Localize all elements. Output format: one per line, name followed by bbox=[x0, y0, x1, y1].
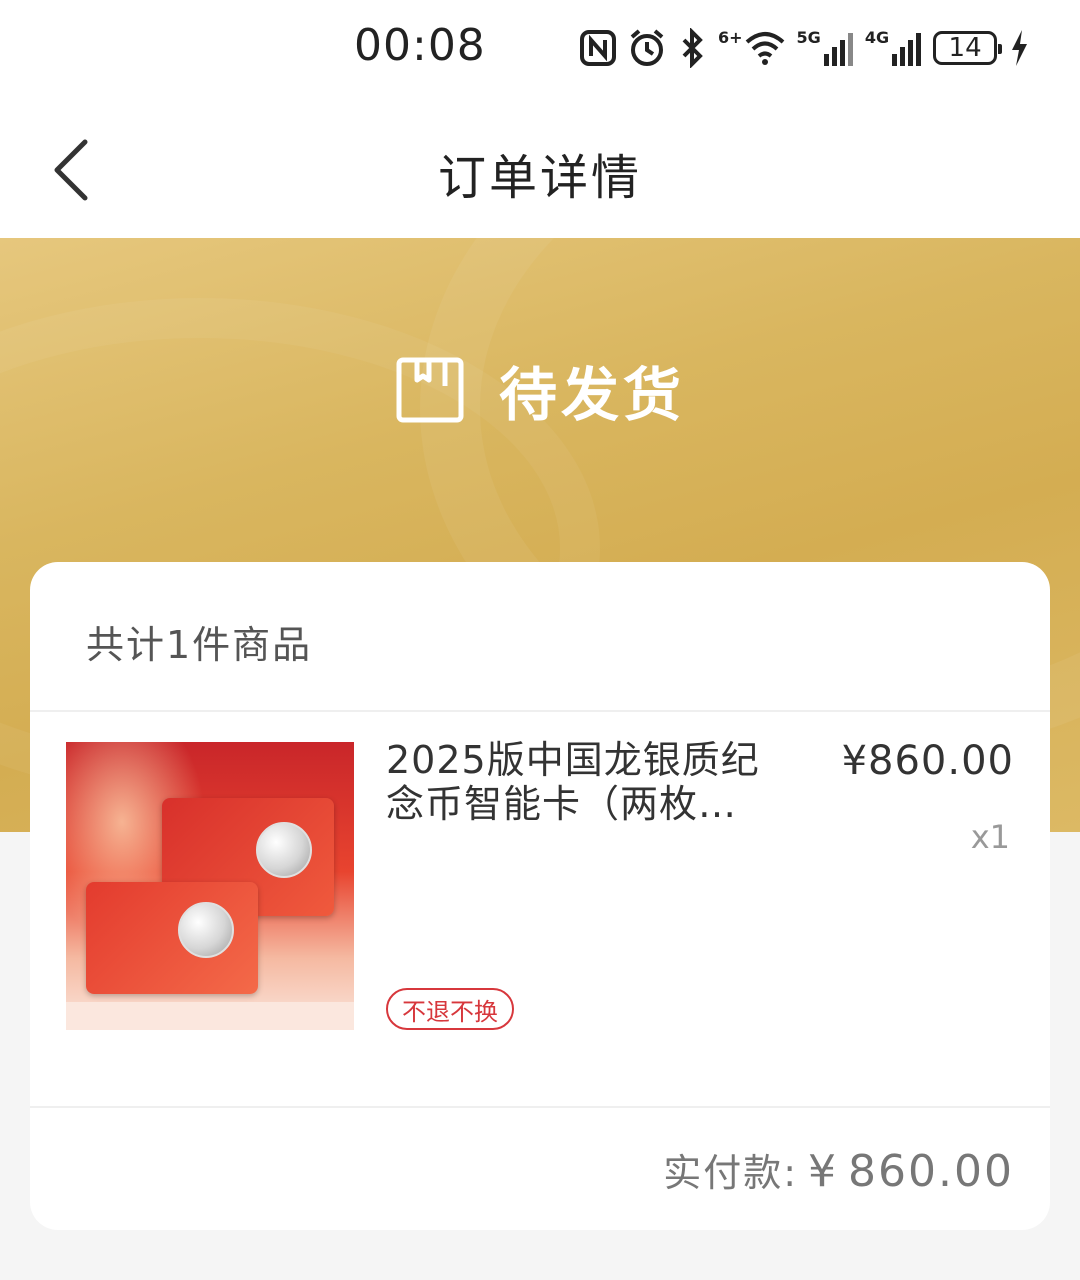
order-status-row: 待发货 bbox=[0, 348, 1080, 432]
nav-bar: 订单详情 bbox=[0, 100, 1080, 238]
charging-icon bbox=[1009, 26, 1029, 70]
product-price: ¥860.00 bbox=[841, 738, 1014, 784]
product-item[interactable]: 2025版中国龙银质纪念币智能卡（两枚… ¥860.00 x1 不退不换 bbox=[30, 712, 1050, 1106]
status-icons: 6+ 5G 4G 14 bbox=[580, 24, 1029, 72]
payment-amount: 860.00 bbox=[848, 1146, 1014, 1197]
signal-icon-1: 5G bbox=[797, 26, 853, 70]
network-tag-1: 5G bbox=[796, 28, 821, 47]
product-image[interactable] bbox=[66, 742, 354, 1030]
network-tag-2: 4G bbox=[864, 28, 890, 47]
order-card: 共计1件商品 2025版中国龙银质纪念币智能卡（两枚… ¥860.00 x1 不… bbox=[30, 562, 1050, 1230]
payment-line: 实付款: ¥ 860.00 bbox=[663, 1142, 1014, 1197]
package-box-icon bbox=[396, 357, 464, 423]
payment-label: 实付款: bbox=[663, 1151, 799, 1195]
page-title: 订单详情 bbox=[437, 150, 642, 206]
wifi-icon: 6+ bbox=[718, 26, 785, 70]
order-status-label: 待发货 bbox=[498, 361, 685, 429]
signal-icon-2: 4G bbox=[864, 26, 922, 70]
nfc-icon bbox=[580, 26, 616, 70]
battery-indicator: 14 bbox=[933, 31, 1003, 65]
payment-currency: ¥ bbox=[808, 1146, 839, 1197]
alarm-icon bbox=[628, 26, 666, 70]
bluetooth-icon bbox=[678, 26, 706, 70]
product-quantity: x1 bbox=[970, 818, 1010, 856]
status-bar: 00:08 6+ 5G 4G 14 bbox=[0, 0, 1080, 100]
wifi-tag: 6+ bbox=[718, 28, 743, 47]
order-detail-page: 00:08 6+ 5G 4G 14 订单详情 待发货 共计1件商品 2025版中… bbox=[0, 0, 1080, 1280]
item-count-row: 共计1件商品 bbox=[30, 562, 1050, 712]
payment-row: 实付款: ¥ 860.00 bbox=[30, 1106, 1050, 1230]
status-time: 00:08 bbox=[354, 20, 486, 71]
product-title[interactable]: 2025版中国龙银质纪念币智能卡（两枚… bbox=[386, 738, 786, 826]
item-count-text: 共计1件商品 bbox=[86, 623, 313, 667]
no-return-badge: 不退不换 bbox=[386, 988, 514, 1030]
